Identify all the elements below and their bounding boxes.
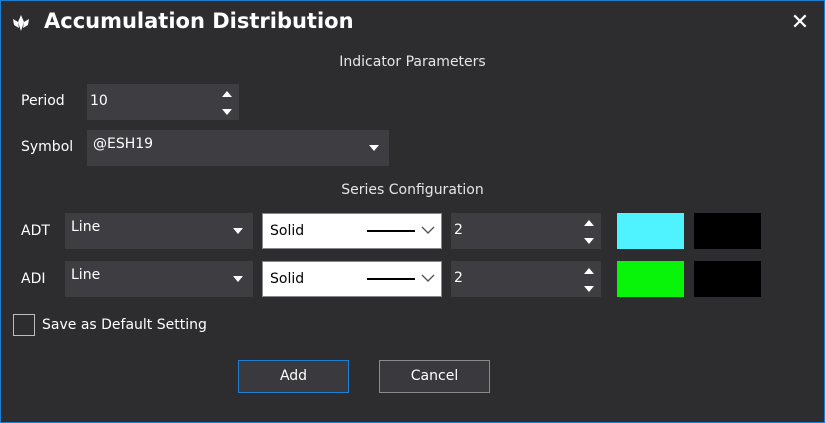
line-style-value: Solid — [270, 271, 305, 287]
title-bar[interactable]: Accumulation Distribution ✕ — [1, 1, 824, 45]
plot-type-dropdown-adi[interactable]: Line — [65, 261, 253, 297]
caret-down-icon — [233, 228, 243, 234]
line-sample — [367, 230, 415, 232]
plot-type-value: Line — [71, 219, 101, 235]
chevron-down-icon — [421, 226, 435, 234]
line-style-value: Solid — [270, 223, 305, 239]
chevron-down-icon — [421, 274, 435, 282]
line-sample — [367, 278, 415, 280]
indicator-parameters-heading: Indicator Parameters — [339, 54, 486, 70]
series-secondary-color-swatch-adt[interactable] — [694, 213, 761, 249]
line-width-value: 2 — [454, 222, 463, 238]
cancel-button[interactable]: Cancel — [379, 360, 490, 393]
dialog-window: Accumulation Distribution ✕ Indicator Pa… — [0, 0, 825, 423]
save-default-checkbox[interactable] — [13, 314, 35, 336]
line-style-dropdown-adi[interactable]: Solid — [262, 261, 442, 297]
line-width-stepper-adt[interactable]: 2 — [451, 213, 601, 249]
period-value: 10 — [90, 93, 108, 109]
line-width-value: 2 — [454, 270, 463, 286]
spinner-arrows-icon[interactable] — [583, 266, 595, 294]
series-configuration-heading: Series Configuration — [341, 182, 484, 198]
symbol-dropdown[interactable]: @ESH19 — [87, 130, 389, 166]
app-logo-icon — [13, 15, 29, 31]
caret-down-icon — [233, 276, 243, 282]
series-label-adt: ADT — [21, 223, 50, 239]
line-width-stepper-adi[interactable]: 2 — [451, 261, 601, 297]
close-button[interactable]: ✕ — [788, 10, 812, 36]
window-title: Accumulation Distribution — [44, 9, 354, 33]
caret-down-icon — [369, 145, 379, 151]
save-default-label: Save as Default Setting — [42, 317, 207, 333]
symbol-label: Symbol — [21, 139, 74, 155]
period-label: Period — [21, 93, 65, 109]
plot-type-dropdown-adt[interactable]: Line — [65, 213, 253, 249]
symbol-value: @ESH19 — [93, 136, 154, 152]
spinner-arrows-icon[interactable] — [583, 218, 595, 246]
series-secondary-color-swatch-adi[interactable] — [694, 261, 761, 297]
series-color-swatch-adi[interactable] — [617, 261, 684, 297]
line-style-dropdown-adt[interactable]: Solid — [262, 213, 442, 249]
plot-type-value: Line — [71, 267, 101, 283]
series-label-adi: ADI — [21, 271, 46, 287]
add-button[interactable]: Add — [238, 360, 349, 393]
period-stepper[interactable]: 10 — [87, 84, 239, 120]
spinner-arrows-icon[interactable] — [221, 89, 233, 117]
series-color-swatch-adt[interactable] — [617, 213, 684, 249]
